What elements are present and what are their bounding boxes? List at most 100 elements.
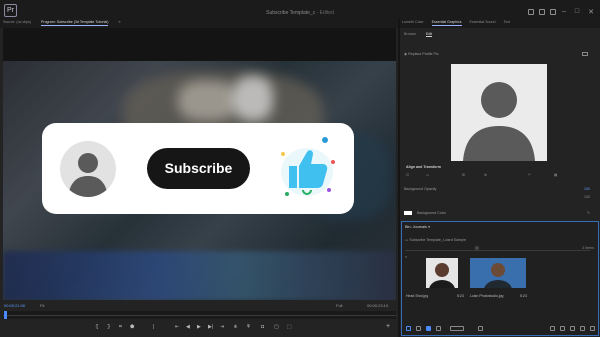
search-icon: ⌕	[405, 254, 408, 259]
anchor-icon[interactable]: ⊡	[406, 173, 409, 177]
layer-name: Replace Profile Pic	[408, 52, 439, 56]
program-timecode-bar: 00:00:21:06 Fit Full 00:00:23:19	[3, 301, 396, 310]
essential-graphics-panel: Browse Edit ◉ Replace Profile Pic Align …	[401, 28, 600, 220]
panel-menu-icon[interactable]: ≡	[428, 225, 430, 229]
new-item-icon[interactable]	[580, 326, 585, 331]
background-color-swatch[interactable]	[404, 211, 412, 215]
tab-edit[interactable]: Edit	[425, 32, 433, 37]
play-icon[interactable]: ▶	[197, 321, 201, 333]
video-blur-bottom	[3, 251, 396, 300]
trim-icon[interactable]: |	[153, 321, 154, 333]
mark-in-icon[interactable]: ⦃	[95, 321, 99, 333]
zoom-slider[interactable]	[450, 326, 464, 331]
tab-browse[interactable]: Browse	[404, 32, 416, 37]
bin-title: Bin: Journals ≡	[405, 225, 430, 229]
automate-to-sequence-icon[interactable]	[550, 326, 555, 331]
lift-icon[interactable]: ⩲	[234, 321, 237, 333]
media-duration-2: 5:23	[520, 294, 527, 298]
export-frame-icon[interactable]: ◘	[261, 321, 264, 333]
new-bin-icon[interactable]: ▤	[475, 245, 479, 250]
clear-marks-icon[interactable]: ⌗	[119, 321, 122, 333]
timeline-scrubber[interactable]	[3, 311, 396, 319]
trash-icon[interactable]	[590, 326, 595, 331]
maximize-button[interactable]: □	[575, 8, 579, 16]
tab-essential-graphics[interactable]: Essential Graphics	[431, 20, 462, 26]
icon-view-icon[interactable]	[426, 326, 431, 331]
window-controls: – □ ✕	[562, 8, 594, 16]
media-name-2[interactable]: Luisn Photostudio.jpg	[470, 294, 503, 298]
position-value[interactable]: ▭	[426, 173, 429, 177]
tab-essential-sound[interactable]: Essential Sound	[470, 20, 496, 26]
list-view-icon[interactable]	[416, 326, 421, 331]
slider-value[interactable]: 100	[584, 195, 590, 199]
eyedropper-icon[interactable]: ✎	[587, 211, 590, 215]
playback-resolution-select[interactable]: Full	[336, 303, 342, 308]
program-monitor[interactable]: Subscribe	[3, 28, 396, 300]
bg-opacity-row[interactable]: Background Opacity 100	[404, 187, 594, 191]
write-lock-icon[interactable]	[406, 326, 411, 331]
fullscreen-icon[interactable]	[539, 9, 545, 15]
bg-color-label: Background Color	[417, 211, 446, 215]
add-marker-icon[interactable]: ⬟	[130, 321, 134, 333]
window-title-name: Subscribe Template_c	[266, 10, 316, 16]
layer-thumbnail-icon	[582, 52, 588, 56]
go-to-out-icon[interactable]: ⇥	[220, 321, 224, 333]
minimize-button[interactable]: –	[562, 8, 566, 16]
tab-lumetri-color[interactable]: Lumetri Color	[402, 20, 424, 26]
sort-icon[interactable]	[478, 326, 483, 331]
step-forward-icon[interactable]: ▶|	[208, 321, 213, 333]
rotation-value[interactable]: ⊕	[484, 173, 487, 177]
close-button[interactable]: ✕	[588, 8, 594, 16]
new-bin-button-icon[interactable]	[570, 326, 575, 331]
bg-opacity-value[interactable]: 100	[584, 187, 590, 191]
project-bin-panel: Bin: Journals ≡ ▭ Subscribe Template_Lui…	[401, 221, 599, 336]
media-name-1[interactable]: Head Shot.jpg	[406, 294, 428, 298]
video-blur-shape	[178, 81, 238, 121]
current-timecode[interactable]: 00:00:21:06	[4, 303, 25, 308]
go-to-in-icon[interactable]: ⇤	[175, 321, 179, 333]
comparison-view-icon[interactable]: ▢	[274, 321, 279, 333]
tab-text[interactable]: Text	[504, 20, 511, 26]
eg-subtabs: Browse Edit	[404, 32, 433, 37]
extract-icon[interactable]: ⩱	[247, 321, 250, 333]
reset-icon[interactable]: ↶	[528, 173, 531, 177]
panel-menu-icon[interactable]: ≡	[118, 20, 120, 26]
media-thumbnail-1[interactable]	[426, 258, 458, 288]
align-section-title: Align and Transform	[406, 165, 441, 169]
opacity-value[interactable]: ▦	[554, 173, 557, 177]
progress-icon[interactable]	[550, 9, 556, 15]
bin-footer	[404, 326, 596, 332]
zoom-level-select[interactable]: Fit	[40, 303, 44, 308]
freeform-view-icon[interactable]	[436, 326, 441, 331]
window-title: Subscribe Template_c - Edited	[0, 10, 600, 16]
window-title-suffix: - Edited	[316, 10, 334, 16]
playhead[interactable]	[4, 311, 7, 319]
add-button-icon[interactable]: +	[386, 321, 390, 333]
tab-program[interactable]: Program: Subscribe (3d Template Tutorial…	[40, 20, 109, 26]
media-thumbnail-2[interactable]	[470, 258, 526, 288]
step-back-icon[interactable]: ◀	[186, 321, 190, 333]
profile-pic-preview	[451, 64, 547, 161]
tab-source[interactable]: Source: (no clips)	[3, 20, 31, 26]
video-blur-shape	[233, 76, 273, 121]
right-panel-tabs: Lumetri Color Essential Graphics Essenti…	[402, 20, 510, 26]
subscribe-card[interactable]: Subscribe	[42, 123, 354, 214]
duration-timecode: 00:00:23:19	[367, 303, 389, 308]
item-count: 2 Items	[582, 246, 594, 250]
scale-value[interactable]: ⊞	[462, 173, 465, 177]
bin-search-input[interactable]: ⌕ ▤	[405, 245, 590, 259]
avatar	[60, 141, 116, 197]
bg-color-row: Background Color ✎	[417, 211, 592, 215]
layer-row[interactable]: ◉ Replace Profile Pic	[404, 52, 439, 56]
vr-icon[interactable]: ⬚	[287, 321, 292, 333]
align-controls: ⊡ ▭ ⊞ ⊕ ↶ ▦	[404, 173, 594, 181]
profile-silhouette-icon	[463, 82, 535, 161]
photo-image-icon	[470, 258, 526, 288]
subscribe-button[interactable]: Subscribe	[147, 148, 250, 189]
find-icon[interactable]	[560, 326, 565, 331]
premiere-window: Pr Subscribe Template_c - Edited – □ ✕ S…	[0, 0, 600, 337]
bin-title-text: Bin: Journals	[405, 225, 427, 229]
quick-export-icon[interactable]	[528, 9, 534, 15]
mark-out-icon[interactable]: ⦄	[107, 321, 111, 333]
panel-divider[interactable]	[398, 18, 400, 337]
